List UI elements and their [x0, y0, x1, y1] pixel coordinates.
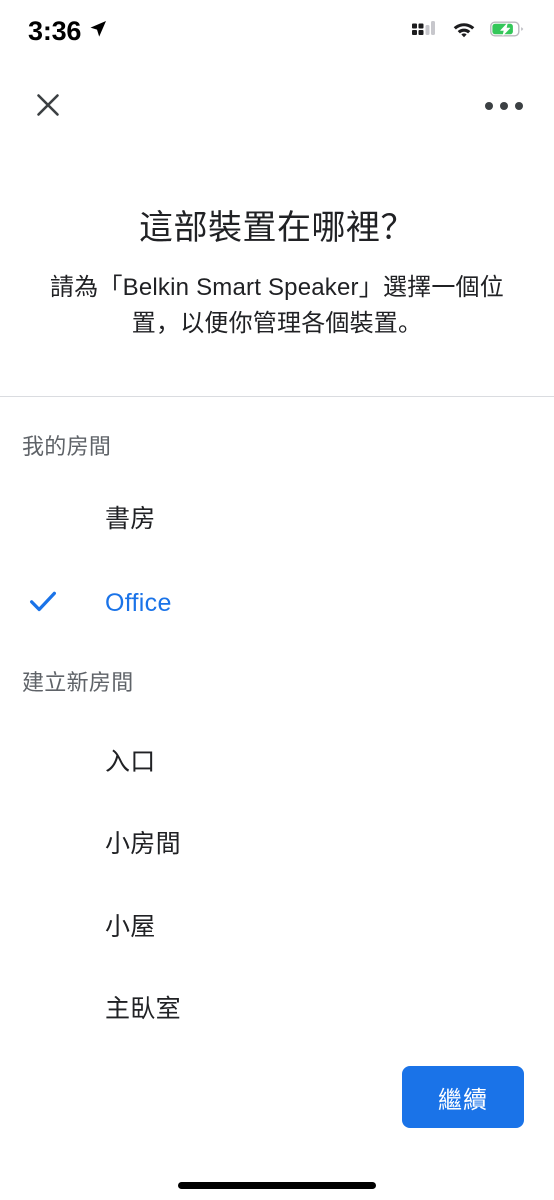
room-row-master-bedroom[interactable]: 主臥室 — [0, 973, 554, 1041]
close-icon — [33, 90, 63, 123]
room-row-study[interactable]: 書房 — [0, 483, 554, 551]
page-title: 這部裝置在哪裡？ — [139, 209, 415, 247]
more-options-button[interactable] — [480, 82, 528, 130]
check-slot — [0, 584, 105, 623]
room-row-office[interactable]: Office — [0, 569, 554, 637]
room-row-entrance[interactable]: 入口 — [0, 726, 554, 794]
page-subtitle: 請為「Belkin Smart Speaker」選擇一個位置，以便你管理各個裝置… — [50, 274, 504, 338]
home-indicator[interactable] — [178, 1182, 376, 1189]
status-bar-right — [412, 19, 524, 44]
room-row-small-room[interactable]: 小房間 — [0, 808, 554, 876]
phone-screen: 3:36 這部裝置在哪裡？ 請為「Belkin Smart Speaker」選擇… — [0, 0, 554, 1200]
status-time: 3:36 — [28, 15, 82, 46]
wifi-icon — [451, 19, 477, 44]
room-label: 主臥室 — [105, 995, 181, 1023]
room-label: 入口 — [105, 748, 156, 776]
room-label: 小屋 — [105, 913, 156, 941]
status-bar: 3:36 — [0, 0, 554, 62]
continue-button[interactable]: 繼續 — [402, 1066, 524, 1128]
section-header-my-rooms: 我的房間 — [22, 434, 112, 459]
room-row-cabin[interactable]: 小屋 — [0, 891, 554, 959]
close-button[interactable] — [24, 82, 72, 130]
header-block: 這部裝置在哪裡？ 請為「Belkin Smart Speaker」選擇一個位置，… — [0, 150, 554, 342]
check-icon — [26, 584, 60, 623]
top-navigation-bar — [0, 62, 554, 150]
room-label: Office — [105, 588, 172, 617]
cellular-signal-icon — [412, 19, 438, 44]
room-label: 書房 — [105, 505, 156, 533]
room-list: 我的房間 書房 Office 建立新房間 入口 小房間 小屋 主臥室 — [0, 397, 554, 1042]
section-header-create-new-room: 建立新房間 — [22, 670, 134, 695]
battery-charging-icon — [490, 19, 524, 44]
room-label: 小房間 — [105, 830, 181, 858]
status-bar-left: 3:36 — [28, 15, 108, 46]
location-arrow-icon — [88, 19, 108, 44]
more-options-icon — [485, 102, 523, 110]
